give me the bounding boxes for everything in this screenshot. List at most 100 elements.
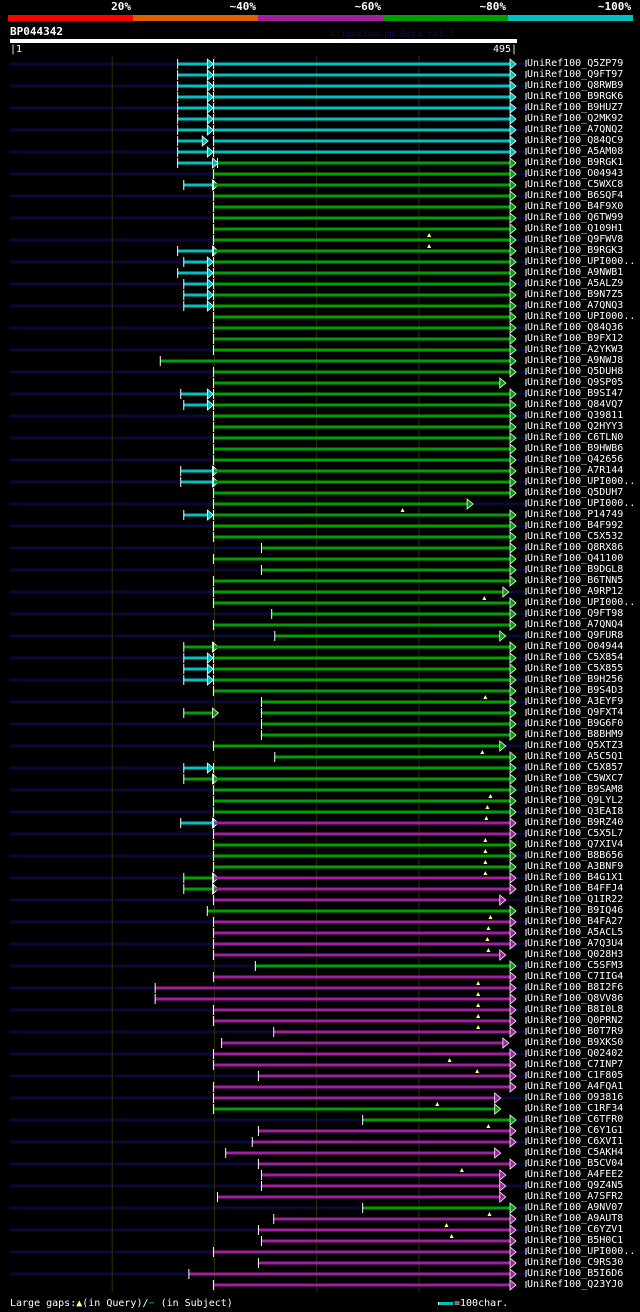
hit-label[interactable]: UniRef100_B4G1X1 [527,872,623,883]
hit-label[interactable]: UniRef100_A7QNQ4 [527,619,623,630]
hit-label[interactable]: UniRef100_A9NWJ8 [527,355,623,366]
hit-label[interactable]: UniRef100_B9RZ40 [527,817,623,828]
hit-label[interactable]: UniRef100_Q02402 [527,1048,623,1059]
hit-label[interactable]: UniRef100_C5X5L7 [527,828,623,839]
hit-label[interactable]: UniRef100_A7R144 [527,465,623,476]
hit-label[interactable]: UniRef100_Q84VQ7 [527,399,623,410]
hit-label[interactable]: UniRef100_Q42656 [527,454,623,465]
hit-label[interactable]: UniRef100_UPI000.. [527,597,635,608]
hit-label[interactable]: UniRef100_Q2HYY3 [527,421,623,432]
hit-label[interactable]: UniRef100_A9NWB1 [527,267,623,278]
hit-label[interactable]: UniRef100_Q9Z4N5 [527,1180,623,1191]
hit-label[interactable]: UniRef100_C5X855 [527,663,623,674]
hit-label[interactable]: UniRef100_Q5ZP79 [527,58,623,69]
hit-label[interactable]: UniRef100_A4FQA1 [527,1081,623,1092]
hit-label[interactable]: UniRef100_A9AUT8 [527,1213,623,1224]
hit-label[interactable]: UniRef100_Q028H3 [527,949,623,960]
hit-label[interactable]: UniRef100_B9H256 [527,674,623,685]
hit-label[interactable]: UniRef100_C6YZV1 [527,1224,623,1235]
hit-label[interactable]: UniRef100_Q23YJ0 [527,1279,623,1290]
hit-label[interactable]: UniRef100_Q5DUH7 [527,487,623,498]
hit-label[interactable]: UniRef100_B5H0C1 [527,1235,623,1246]
hit-label[interactable]: UniRef100_C5X854 [527,652,623,663]
hit-label[interactable]: UniRef100_B9RGK6 [527,91,623,102]
hit-label[interactable]: UniRef100_Q84Q36 [527,322,623,333]
hit-label[interactable]: UniRef100_Q5DUH8 [527,366,623,377]
hit-label[interactable]: UniRef100_B9RGK1 [527,157,623,168]
hit-label[interactable]: UniRef100_B9SAM8 [527,784,623,795]
hit-label[interactable]: UniRef100_B4FA27 [527,916,623,927]
hit-label[interactable]: UniRef100_Q9LYL2 [527,795,623,806]
hit-label[interactable]: UniRef100_B5I6D6 [527,1268,623,1279]
hit-label[interactable]: UniRef100_Q3EAI8 [527,806,623,817]
hit-label[interactable]: UniRef100_Q84QC9 [527,135,623,146]
hit-label[interactable]: UniRef100_Q9FWV8 [527,234,623,245]
hit-label[interactable]: UniRef100_A3EYF9 [527,696,623,707]
hit-label[interactable]: UniRef100_A5ALZ9 [527,278,623,289]
hit-label[interactable]: UniRef100_O93816 [527,1092,623,1103]
hit-label[interactable]: UniRef100_B6TNN5 [527,575,623,586]
hit-label[interactable]: UniRef100_B9IQ46 [527,905,623,916]
hit-label[interactable]: UniRef100_Q0PRN2 [527,1015,623,1026]
hit-label[interactable]: UniRef100_UPI000.. [527,1246,635,1257]
hit-label[interactable]: UniRef100_C5SFM3 [527,960,623,971]
hit-label[interactable]: UniRef100_A2YKW3 [527,344,623,355]
hit-label[interactable]: UniRef100_B9XKS0 [527,1037,623,1048]
hit-label[interactable]: UniRef100_B4FFJ4 [527,883,623,894]
hit-label[interactable]: UniRef100_Q9FT98 [527,608,623,619]
hit-label[interactable]: UniRef100_Q2MK92 [527,113,623,124]
hit-label[interactable]: UniRef100_Q5XTZ3 [527,740,623,751]
hit-label[interactable]: UniRef100_A5ACL5 [527,927,623,938]
hit-label[interactable]: UniRef100_B8BHM9 [527,729,623,740]
hit-label[interactable]: UniRef100_C7IIG4 [527,971,623,982]
hit-label[interactable]: UniRef100_A7QNQ2 [527,124,623,135]
hit-label[interactable]: UniRef100_C5X532 [527,531,623,542]
hit-label[interactable]: UniRef100_C9RS30 [527,1257,623,1268]
hit-label[interactable]: UniRef100_Q8RX86 [527,542,623,553]
hit-label[interactable]: UniRef100_Q9FXT4 [527,707,623,718]
hit-label[interactable]: UniRef100_O04943 [527,168,623,179]
hit-label[interactable]: UniRef100_B0T7R9 [527,1026,623,1037]
hit-label[interactable]: UniRef100_B9FX12 [527,333,623,344]
hit-label[interactable]: UniRef100_C7INP7 [527,1059,623,1070]
hit-label[interactable]: UniRef100_A4FEE2 [527,1169,623,1180]
hit-label[interactable]: UniRef100_B9SI47 [527,388,623,399]
hit-label[interactable]: UniRef100_B9RGK3 [527,245,623,256]
hit-label[interactable]: UniRef100_A9RP12 [527,586,623,597]
hit-label[interactable]: UniRef100_B9S4D3 [527,685,623,696]
hit-label[interactable]: UniRef100_Q7XIV4 [527,839,623,850]
hit-label[interactable]: UniRef100_B8I2F6 [527,982,623,993]
hit-label[interactable]: UniRef100_A5AM08 [527,146,623,157]
hit-label[interactable]: UniRef100_Q9FT97 [527,69,623,80]
hit-label[interactable]: UniRef100_B5CV04 [527,1158,623,1169]
hit-label[interactable]: UniRef100_Q9SP05 [527,377,623,388]
hit-label[interactable]: UniRef100_A9NV07 [527,1202,623,1213]
hit-label[interactable]: UniRef100_A7SFR2 [527,1191,623,1202]
hit-label[interactable]: UniRef100_B4F9X0 [527,201,623,212]
hit-label[interactable]: UniRef100_O04944 [527,641,623,652]
hit-label[interactable]: UniRef100_Q39811 [527,410,623,421]
hit-label[interactable]: UniRef100_B9N7Z5 [527,289,623,300]
hit-label[interactable]: UniRef100_Q1IR22 [527,894,623,905]
hit-label[interactable]: UniRef100_Q8RWB9 [527,80,623,91]
hit-label[interactable]: UniRef100_C6XVI1 [527,1136,623,1147]
hit-label[interactable]: UniRef100_B6SQF4 [527,190,623,201]
hit-label[interactable]: UniRef100_Q109H1 [527,223,623,234]
hit-label[interactable]: UniRef100_Q6TW99 [527,212,623,223]
hit-label[interactable]: UniRef100_UPI000.. [527,498,635,509]
hit-label[interactable]: UniRef100_C5X857 [527,762,623,773]
hit-label[interactable]: UniRef100_B4F992 [527,520,623,531]
hit-label[interactable]: UniRef100_C6TFR0 [527,1114,623,1125]
hit-label[interactable]: UniRef100_C1F805 [527,1070,623,1081]
hit-label[interactable]: UniRef100_C5WXC8 [527,179,623,190]
hit-label[interactable]: UniRef100_A7QNQ3 [527,300,623,311]
hit-label[interactable]: UniRef100_B8B656 [527,850,623,861]
hit-label[interactable]: UniRef100_C6Y1G1 [527,1125,623,1136]
hit-label[interactable]: UniRef100_Q41100 [527,553,623,564]
hit-label[interactable]: UniRef100_UPI000.. [527,256,635,267]
hit-label[interactable]: UniRef100_UPI000.. [527,311,635,322]
hit-label[interactable]: UniRef100_C6TLN0 [527,432,623,443]
hit-label[interactable]: UniRef100_B9HWB6 [527,443,623,454]
hit-label[interactable]: UniRef100_Q8VV86 [527,993,623,1004]
hit-label[interactable]: UniRef100_B9DGL8 [527,564,623,575]
